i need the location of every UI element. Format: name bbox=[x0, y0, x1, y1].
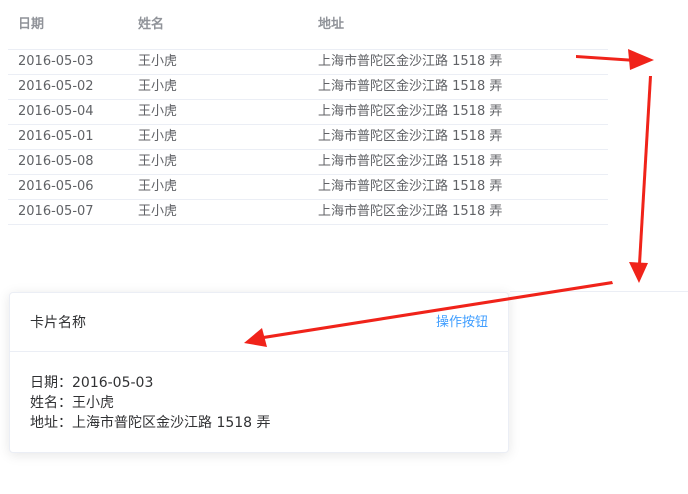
data-table: 日期 姓名 地址 2016-05-03 王小虎 上海市普陀区金沙江路 1518 … bbox=[8, 0, 608, 225]
cell-date: 2016-05-04 bbox=[18, 104, 94, 119]
cell-name: 王小虎 bbox=[138, 129, 178, 144]
detail-card: 卡片名称 操作按钮 日期：2016-05-03 姓名：王小虎 地址：上海市普陀区… bbox=[9, 292, 509, 453]
cell-name: 王小虎 bbox=[138, 179, 178, 194]
cell-address: 上海市普陀区金沙江路 1518 弄 bbox=[318, 104, 503, 119]
card-body: 日期：2016-05-03 姓名：王小虎 地址：上海市普陀区金沙江路 1518 … bbox=[30, 373, 271, 433]
cell-name: 王小虎 bbox=[138, 104, 178, 119]
cell-date: 2016-05-06 bbox=[18, 179, 94, 194]
column-header-address[interactable]: 地址 bbox=[318, 17, 344, 33]
cell-name: 王小虎 bbox=[138, 154, 178, 169]
card-header: 卡片名称 操作按钮 bbox=[10, 293, 508, 352]
cell-address: 上海市普陀区金沙江路 1518 弄 bbox=[318, 129, 503, 144]
table-row[interactable]: 2016-05-06 王小虎 上海市普陀区金沙江路 1518 弄 bbox=[8, 175, 608, 200]
arrow-down bbox=[629, 76, 652, 283]
table-row[interactable]: 2016-05-07 王小虎 上海市普陀区金沙江路 1518 弄 bbox=[8, 200, 608, 225]
card-field-date: 日期：2016-05-03 bbox=[30, 375, 154, 391]
cell-date: 2016-05-08 bbox=[18, 154, 94, 169]
table-row[interactable]: 2016-05-08 王小虎 上海市普陀区金沙江路 1518 弄 bbox=[8, 150, 608, 175]
column-header-date[interactable]: 日期 bbox=[18, 17, 44, 33]
divider bbox=[510, 291, 688, 292]
table-row[interactable]: 2016-05-04 王小虎 上海市普陀区金沙江路 1518 弄 bbox=[8, 100, 608, 125]
table-header: 日期 姓名 地址 bbox=[8, 0, 608, 50]
card-field-name: 姓名：王小虎 bbox=[30, 395, 114, 411]
card-action-button[interactable]: 操作按钮 bbox=[436, 314, 488, 332]
cell-name: 王小虎 bbox=[138, 79, 178, 94]
cell-name: 王小虎 bbox=[138, 54, 178, 69]
cell-date: 2016-05-03 bbox=[18, 54, 94, 69]
cell-address: 上海市普陀区金沙江路 1518 弄 bbox=[318, 179, 503, 194]
cell-date: 2016-05-02 bbox=[18, 79, 94, 94]
cell-address: 上海市普陀区金沙江路 1518 弄 bbox=[318, 54, 503, 69]
cell-name: 王小虎 bbox=[138, 204, 178, 219]
card-title: 卡片名称 bbox=[30, 315, 86, 331]
card-field-address: 地址：上海市普陀区金沙江路 1518 弄 bbox=[30, 415, 271, 431]
cell-address: 上海市普陀区金沙江路 1518 弄 bbox=[318, 154, 503, 169]
cell-date: 2016-05-01 bbox=[18, 129, 94, 144]
table-row[interactable]: 2016-05-02 王小虎 上海市普陀区金沙江路 1518 弄 bbox=[8, 75, 608, 100]
cell-date: 2016-05-07 bbox=[18, 204, 94, 219]
cell-address: 上海市普陀区金沙江路 1518 弄 bbox=[318, 204, 503, 219]
column-header-name[interactable]: 姓名 bbox=[138, 17, 164, 33]
table-row[interactable]: 2016-05-01 王小虎 上海市普陀区金沙江路 1518 弄 bbox=[8, 125, 608, 150]
cell-address: 上海市普陀区金沙江路 1518 弄 bbox=[318, 79, 503, 94]
table-row[interactable]: 2016-05-03 王小虎 上海市普陀区金沙江路 1518 弄 bbox=[8, 50, 608, 75]
